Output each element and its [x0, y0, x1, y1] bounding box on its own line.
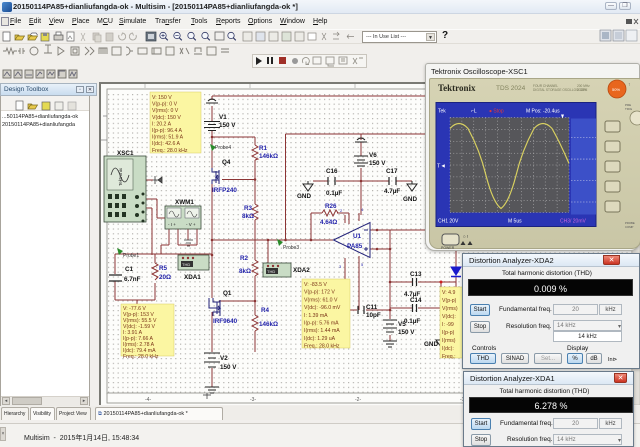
svg-text:0.1µF: 0.1µF [404, 318, 420, 325]
svg-text:20Ω: 20Ω [159, 274, 171, 281]
svg-text:150 V: 150 V [398, 329, 415, 336]
svg-text:POWER: POWER [441, 246, 455, 249]
svg-text:GND: GND [403, 196, 417, 203]
svg-text:150 V: 150 V [220, 364, 237, 371]
svg-text:Q1: Q1 [223, 290, 232, 297]
svg-text:150 V: 150 V [219, 122, 236, 129]
svg-text:-2-: -2- [355, 397, 361, 403]
svg-text:I: 1.39 mA: I: 1.39 mA [304, 313, 328, 319]
svg-text:10pF: 10pF [366, 312, 381, 319]
svg-text:XDA2: XDA2 [293, 267, 310, 274]
svg-text:U1: U1 [353, 233, 362, 240]
svg-text:I(rms): 51.9 A: I(rms): 51.9 A [152, 135, 184, 141]
svg-text:R3: R3 [244, 205, 253, 212]
svg-text:V(p-p): V(p-p) [442, 298, 457, 304]
svg-text:● Stop: ● Stop [489, 109, 504, 115]
svg-text:V(rms): V(rms) [442, 306, 458, 312]
svg-text:- I +: - I + [168, 222, 176, 227]
svg-text:V: -83.5 V: V: -83.5 V [304, 282, 327, 288]
svg-text:C16: C16 [326, 168, 338, 175]
svg-text:R2: R2 [240, 255, 249, 262]
svg-text:XSC1: XSC1 [117, 150, 134, 157]
svg-text:V(p-p): 0 V: V(p-p): 0 V [152, 102, 178, 108]
svg-text:-4-: -4- [145, 397, 151, 403]
svg-text:M Pos: -20.4us: M Pos: -20.4us [526, 109, 560, 115]
svg-text:XWM1: XWM1 [175, 199, 194, 206]
svg-text:C1: C1 [125, 266, 134, 273]
svg-text:I: 20.2 A: I: 20.2 A [152, 121, 172, 127]
svg-text:GND: GND [424, 341, 438, 348]
svg-text:IRFP240: IRFP240 [212, 187, 237, 194]
svg-text:I(dc): 1.29 uA: I(dc): 1.29 uA [304, 336, 336, 342]
svg-text:I(rms): 1.44 mA: I(rms): 1.44 mA [304, 328, 340, 334]
svg-text:Tek: Tek [438, 109, 446, 115]
svg-text:Probe1: Probe1 [123, 253, 139, 259]
svg-text:R26: R26 [325, 203, 337, 210]
svg-text:C14: C14 [410, 297, 422, 304]
svg-text:Freq.: 28.0 kHz: Freq.: 28.0 kHz [123, 354, 159, 360]
svg-text:CH1 20V: CH1 20V [438, 219, 459, 225]
svg-text:146kΩ: 146kΩ [259, 153, 278, 160]
svg-text:V(dc): -96.0 mV: V(dc): -96.0 mV [304, 305, 341, 311]
svg-text:⌐L: ⌐L [471, 109, 477, 115]
svg-text:C17: C17 [386, 168, 398, 175]
svg-text:THD: THD [182, 262, 190, 267]
svg-text:R5: R5 [159, 265, 168, 272]
svg-text:I: -99: I: -99 [442, 322, 454, 328]
svg-text:THD: THD [267, 269, 275, 274]
svg-text:XDA1: XDA1 [184, 274, 201, 281]
svg-text:I(rms): I(rms) [442, 338, 456, 344]
svg-text:↑: ↑ [628, 82, 631, 88]
svg-text:8kΩ: 8kΩ [242, 213, 254, 220]
svg-text:0.1µF: 0.1µF [326, 190, 342, 197]
svg-text:6.7nF: 6.7nF [124, 276, 141, 283]
svg-text:146kΩ: 146kΩ [259, 321, 278, 328]
svg-text:R1: R1 [259, 145, 268, 152]
svg-text:GND: GND [297, 193, 311, 200]
svg-text:Probe3: Probe3 [283, 245, 299, 251]
svg-text:I(dc): 42.6 A: I(dc): 42.6 A [152, 141, 181, 147]
svg-text:TRIG: TRIG [625, 107, 633, 111]
svg-text:C13: C13 [410, 271, 422, 278]
svg-text:Tektronix: Tektronix [118, 167, 123, 186]
svg-text:CH3/ 20mV: CH3/ 20mV [560, 219, 587, 225]
svg-text:8kΩ: 8kΩ [239, 268, 251, 275]
svg-text:V2: V2 [220, 355, 228, 362]
svg-text:Freq.:: Freq.: [442, 354, 456, 360]
svg-text:COMP: COMP [625, 225, 634, 229]
svg-text:M 5us: M 5us [508, 219, 522, 225]
svg-text:4.64Ω: 4.64Ω [320, 219, 337, 226]
svg-text:PA85: PA85 [347, 243, 363, 250]
svg-text:V: 150 V: V: 150 V [152, 95, 172, 101]
svg-text:R4: R4 [261, 307, 270, 314]
svg-text:4.7µF: 4.7µF [384, 188, 400, 195]
svg-text:Probe4: Probe4 [215, 145, 231, 151]
svg-text:Tektronix: Tektronix [438, 83, 476, 93]
svg-text:T◄: T◄ [437, 164, 446, 170]
svg-text:Freq.: 28.0 kHz: Freq.: 28.0 kHz [152, 148, 188, 154]
svg-text:- V +: - V + [186, 222, 196, 227]
svg-text:Q4: Q4 [222, 159, 231, 166]
svg-text:V(rms): 61.0 V: V(rms): 61.0 V [304, 297, 338, 303]
svg-text:50%: 50% [612, 87, 620, 92]
svg-text:V1: V1 [219, 114, 227, 121]
svg-text:○ !: ○ ! [463, 234, 468, 239]
svg-text:Freq.: 28.0 kHz: Freq.: 28.0 kHz [304, 344, 340, 350]
svg-text:V6: V6 [369, 152, 377, 159]
svg-text:IRF9640: IRF9640 [213, 318, 238, 325]
svg-text:2 GS/s: 2 GS/s [577, 88, 587, 92]
svg-text:I(p-p): I(p-p) [442, 330, 455, 336]
svg-text:-3-: -3- [250, 397, 256, 403]
svg-text:V(rms): 0 V: V(rms): 0 V [152, 108, 179, 114]
svg-text:C11: C11 [366, 304, 378, 311]
svg-text:V: 4.9: V: 4.9 [442, 290, 455, 296]
svg-text:TDS 2024: TDS 2024 [496, 85, 526, 92]
svg-text:V(p-p): 172 V: V(p-p): 172 V [304, 290, 335, 296]
svg-text:I(p-p): 96.4 A: I(p-p): 96.4 A [152, 128, 183, 134]
svg-text:V(dc): 150 V: V(dc): 150 V [152, 115, 181, 121]
svg-text:I(dc):: I(dc): [442, 346, 454, 352]
svg-text:V(dc):: V(dc): [442, 314, 456, 320]
svg-text:I(p-p): 5.76 mA: I(p-p): 5.76 mA [304, 321, 339, 327]
svg-text:150 V: 150 V [369, 160, 386, 167]
